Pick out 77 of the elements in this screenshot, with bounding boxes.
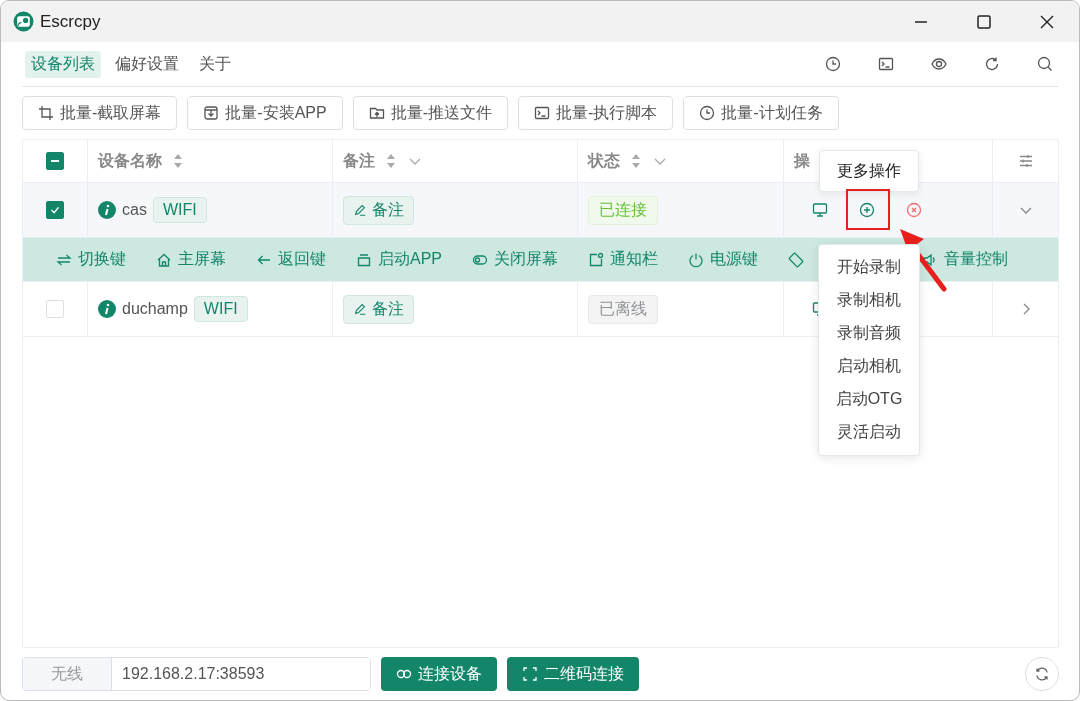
nav-tab[interactable]: 偏好设置 bbox=[109, 50, 185, 78]
nav-tab[interactable]: 关于 bbox=[193, 50, 237, 78]
tray-icon bbox=[356, 251, 372, 268]
action-link[interactable]: 主屏幕 bbox=[156, 249, 226, 270]
action-link[interactable]: 启动APP bbox=[356, 249, 442, 270]
batch-button[interactable]: 批量-截取屏幕 bbox=[22, 96, 178, 130]
mode-label: 无线 bbox=[23, 658, 112, 690]
clock-icon[interactable] bbox=[825, 56, 841, 72]
action-link[interactable]: 音量控制 bbox=[922, 249, 1008, 270]
note-button[interactable]: 备注 bbox=[343, 294, 414, 324]
connect-button[interactable]: 连接设备 bbox=[381, 657, 497, 691]
action-link[interactable]: 通知栏 bbox=[588, 249, 658, 270]
terminal-icon bbox=[534, 105, 550, 121]
menu-item[interactable]: 录制相机 bbox=[819, 284, 919, 317]
status-tag: 已离线 bbox=[588, 294, 658, 324]
home-icon bbox=[156, 251, 172, 268]
notification-icon bbox=[588, 251, 604, 268]
clock-icon bbox=[699, 105, 716, 121]
device-name: duchamp bbox=[122, 300, 188, 318]
menu-item[interactable]: 开始录制 bbox=[819, 251, 919, 284]
refresh-button[interactable] bbox=[1025, 657, 1059, 691]
sync-icon bbox=[1034, 666, 1050, 682]
eye-icon[interactable] bbox=[931, 56, 947, 72]
batch-button[interactable]: 批量-计划任务 bbox=[683, 96, 839, 130]
sort-icon[interactable] bbox=[172, 153, 184, 169]
column-header: 操 bbox=[794, 150, 810, 171]
rotate-action[interactable] bbox=[788, 251, 804, 268]
menu-item[interactable]: 启动OTG bbox=[819, 383, 919, 416]
menu-item[interactable]: 启动相机 bbox=[819, 350, 919, 383]
menu-item[interactable]: 灵活启动 bbox=[819, 416, 919, 449]
column-settings-icon[interactable] bbox=[1017, 153, 1034, 169]
connection-tag: WIFI bbox=[152, 197, 207, 223]
batch-button[interactable]: 批量-推送文件 bbox=[352, 96, 508, 130]
download-box-icon bbox=[203, 105, 220, 121]
plus-circle-icon[interactable] bbox=[859, 202, 875, 218]
crop-icon bbox=[38, 105, 54, 121]
search-icon[interactable] bbox=[1037, 56, 1053, 72]
batch-button[interactable]: 批量-执行脚本 bbox=[518, 96, 674, 130]
folder-icon bbox=[368, 105, 385, 121]
address-field[interactable]: 无线 192.168.2.17:38593 bbox=[22, 657, 371, 691]
row-checkbox[interactable] bbox=[46, 201, 64, 219]
column-header: 备注 bbox=[343, 150, 375, 171]
volume-icon bbox=[922, 251, 938, 268]
rotate-icon bbox=[788, 251, 804, 268]
pencil-icon bbox=[353, 302, 367, 316]
action-link[interactable]: 切换键 bbox=[56, 249, 126, 270]
terminal-icon[interactable] bbox=[878, 56, 894, 72]
app-logo-icon bbox=[13, 11, 34, 32]
info-icon[interactable] bbox=[98, 201, 116, 219]
power-icon bbox=[688, 251, 704, 268]
sort-icon[interactable] bbox=[630, 153, 642, 169]
note-button[interactable]: 备注 bbox=[343, 195, 414, 225]
device-name: cas bbox=[122, 201, 147, 219]
select-all-checkbox[interactable] bbox=[46, 152, 64, 170]
batch-button[interactable]: 批量-安装APP bbox=[187, 96, 343, 130]
menu-item[interactable]: 录制音频 bbox=[819, 317, 919, 350]
connection-tag: WIFI bbox=[193, 296, 248, 322]
column-header: 状态 bbox=[588, 150, 620, 171]
column-header: 设备名称 bbox=[98, 150, 162, 171]
maximize-icon[interactable] bbox=[976, 13, 992, 30]
refresh-icon[interactable] bbox=[984, 56, 1000, 72]
highlight-box bbox=[846, 189, 890, 230]
action-link[interactable]: 返回键 bbox=[256, 249, 326, 270]
monitor-icon[interactable] bbox=[812, 202, 828, 218]
info-icon[interactable] bbox=[98, 300, 116, 318]
action-link[interactable]: 电源键 bbox=[688, 249, 758, 270]
disconnect-icon[interactable] bbox=[906, 202, 922, 218]
action-link[interactable]: 关闭屏幕 bbox=[472, 249, 558, 270]
window-title: Escrcpy bbox=[40, 11, 101, 32]
connect-button[interactable]: 二维码连接 bbox=[507, 657, 639, 691]
close-icon[interactable] bbox=[1039, 13, 1055, 30]
pencil-icon bbox=[353, 203, 367, 217]
nav-tab[interactable]: 设备列表 bbox=[25, 50, 101, 78]
tooltip: 更多操作 bbox=[819, 150, 919, 192]
status-tag: 已连接 bbox=[588, 195, 658, 225]
sort-icon[interactable] bbox=[385, 153, 397, 169]
scan-icon bbox=[522, 666, 538, 682]
